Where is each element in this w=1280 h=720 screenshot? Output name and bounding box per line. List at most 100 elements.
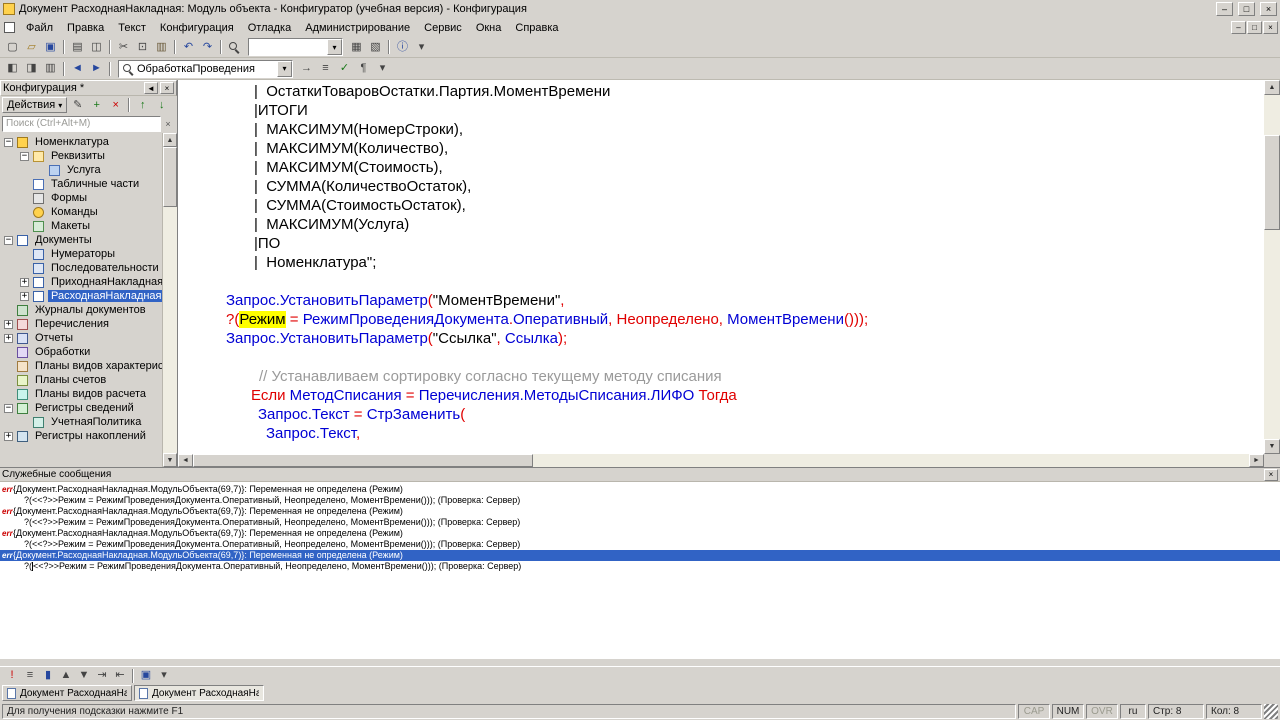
expand-icon[interactable]: +	[4, 431, 13, 441]
expand-icon[interactable]: +	[20, 277, 29, 287]
tree-item-tablichnye-chasti[interactable]: Табличные части	[0, 177, 162, 191]
tree-item-komandy[interactable]: Команды	[0, 205, 162, 219]
menu-item[interactable]: Сервис	[417, 20, 469, 36]
menu-item[interactable]: Конфигурация	[153, 20, 241, 36]
menu-item[interactable]: Окна	[469, 20, 509, 36]
collapse-icon[interactable]: −	[4, 235, 13, 245]
save-module-button[interactable]: ▣	[137, 668, 155, 684]
tree-search-input[interactable]: Поиск (Ctrl+Alt+М)	[2, 115, 161, 132]
syntax-check-button[interactable]: ✓	[335, 60, 354, 78]
next-bookmark-button[interactable]: ▼	[75, 668, 93, 684]
menu-item[interactable]: Текст	[111, 20, 153, 36]
message-row-error[interactable]: err {Документ.РасходнаяНакладная.МодульОб…	[0, 506, 1280, 517]
editor-vertical-scrollbar[interactable]: ▲ ▼	[1264, 80, 1280, 454]
delete-object-button[interactable]: ×	[106, 96, 125, 114]
editor-scroll-down-icon[interactable]: ▼	[1264, 439, 1280, 454]
window-tab[interactable]: Документ РасходнаяНакла...	[134, 685, 264, 701]
panel-splitter[interactable]	[0, 658, 1280, 666]
actions-menu-button[interactable]: Действия ▾	[2, 97, 68, 113]
move-up-button[interactable]: ↑	[133, 96, 152, 114]
format-block-button[interactable]: ¶	[354, 60, 373, 78]
print-button[interactable]: ▤	[68, 38, 87, 56]
panel-close-button[interactable]: ×	[160, 82, 174, 94]
editor-vscrollbar-track[interactable]	[1264, 230, 1280, 439]
print-preview-button[interactable]: ◫	[87, 38, 106, 56]
code-lines[interactable]: | ОстаткиТоваровОстатки.Партия.МоментВре…	[178, 80, 1264, 454]
editor-scroll-left-icon[interactable]: ◄	[178, 454, 193, 467]
tree-scrollbar[interactable]: ▲ ▼	[162, 133, 177, 467]
collapse-icon[interactable]: −	[20, 151, 29, 161]
calendar-button[interactable]: ▧	[366, 38, 385, 56]
mdi-close-button[interactable]: ×	[1263, 21, 1278, 34]
tree-scrollbar-track[interactable]	[163, 207, 177, 453]
add-object-button[interactable]: +	[87, 96, 106, 114]
editor-hscrollbar-thumb[interactable]	[193, 454, 533, 467]
procedure-combo-dropdown-icon[interactable]: ▾	[277, 60, 292, 77]
message-row-detail[interactable]: ?(<<?>>Режим = РежимПроведенияДокумента.…	[0, 561, 1280, 572]
messages-close-button[interactable]: ×	[1264, 468, 1278, 481]
message-row-detail[interactable]: ?(<<?>>Режим = РежимПроведенияДокумента.…	[0, 495, 1280, 506]
expand-icon[interactable]: +	[20, 291, 29, 301]
tree-item-plany-schetov[interactable]: Планы счетов	[0, 373, 162, 387]
toggle-bookmark-button[interactable]: ▮	[39, 668, 57, 684]
tree-item-perechisleniya[interactable]: + Перечисления	[0, 317, 162, 331]
message-row-error[interactable]: err {Документ.РасходнаяНакладная.МодульОб…	[0, 484, 1280, 495]
editor-vscrollbar-thumb[interactable]	[1264, 135, 1280, 230]
move-down-button[interactable]: ↓	[152, 96, 171, 114]
tree-item-registry-nakopleniy[interactable]: + Регистры накоплений	[0, 429, 162, 443]
mdi-minimize-button[interactable]: –	[1231, 21, 1246, 34]
tree-item-numeratory[interactable]: Нумераторы	[0, 247, 162, 261]
toggle-properties-window-button[interactable]: ◨	[22, 60, 41, 78]
expand-icon[interactable]: +	[4, 319, 13, 329]
tree-scroll-down-icon[interactable]: ▼	[163, 453, 177, 467]
resize-grip[interactable]	[1264, 703, 1278, 719]
procedures-list-button[interactable]: ≡	[316, 60, 335, 78]
tree-item-rekvizity[interactable]: − Реквизиты	[0, 149, 162, 163]
panel-pin-button[interactable]: ◄	[144, 82, 158, 94]
close-button[interactable]: ×	[1260, 2, 1277, 16]
menu-item[interactable]: Файл	[19, 20, 60, 36]
next-error-button[interactable]: !	[3, 668, 21, 684]
menu-item[interactable]: Справка	[508, 20, 565, 36]
tree-item-makety[interactable]: Макеты	[0, 219, 162, 233]
tree-item-registry-svedeniy[interactable]: − Регистры сведений	[0, 401, 162, 415]
collapse-icon[interactable]: −	[4, 137, 13, 147]
tree-item-rashodnaya-nakladnaya[interactable]: + РасходнаяНакладная	[0, 289, 162, 303]
editor-hscrollbar-track[interactable]	[533, 454, 1249, 467]
previous-bookmark-button[interactable]: ▲	[57, 668, 75, 684]
editor-scroll-up-icon[interactable]: ▲	[1264, 80, 1280, 95]
quick-combo-dropdown-icon[interactable]: ▾	[327, 39, 342, 55]
tree-item-posledovatelnosti[interactable]: Последовательности	[0, 261, 162, 275]
module-toolbar-options-button[interactable]: ▾	[373, 60, 392, 78]
tree-item-plany-vidov-rascheta[interactable]: Планы видов расчета	[0, 387, 162, 401]
toolbar-options-button[interactable]: ▾	[412, 38, 431, 56]
editor-horizontal-scrollbar[interactable]: ◄ ►	[178, 454, 1264, 467]
expand-icon[interactable]: +	[4, 333, 13, 343]
cut-button[interactable]: ✂	[114, 38, 133, 56]
menu-item[interactable]: Администрирование	[298, 20, 417, 36]
tree-scrollbar-thumb[interactable]	[163, 147, 177, 207]
window-tab[interactable]: Документ РасходнаяНакла...	[2, 685, 132, 701]
decrease-indent-button[interactable]: ⇤	[111, 668, 129, 684]
bottom-toolbar-options-button[interactable]: ▾	[155, 668, 173, 684]
open-file-button[interactable]: ▱	[22, 38, 41, 56]
tree-item-uchetnaya-politika[interactable]: УчетнаяПолитика	[0, 415, 162, 429]
message-row-error[interactable]: err {Документ.РасходнаяНакладная.МодульОб…	[0, 528, 1280, 539]
calculator-button[interactable]: ▦	[347, 38, 366, 56]
tree-item-otchety[interactable]: + Отчеты	[0, 331, 162, 345]
tree-item-prihodnaya-nakladnaya[interactable]: + ПриходнаяНакладная	[0, 275, 162, 289]
tree-item-nomenklatura[interactable]: − Номенклатура	[0, 135, 162, 149]
tree-item-obrabotki[interactable]: Обработки	[0, 345, 162, 359]
go-to-line-button[interactable]: →	[297, 60, 316, 78]
editor-scroll-right-icon[interactable]: ►	[1249, 454, 1264, 467]
tree-item-zhurnaly-dokumentov[interactable]: Журналы документов	[0, 303, 162, 317]
toggle-messages-window-button[interactable]: ▥	[41, 60, 60, 78]
language-indicator[interactable]: ru	[1120, 703, 1146, 719]
find-button[interactable]	[225, 38, 244, 56]
undo-button[interactable]: ↶	[179, 38, 198, 56]
tree-item-dokumenty[interactable]: − Документы	[0, 233, 162, 247]
navigate-forward-button[interactable]: ►	[87, 60, 106, 78]
paste-button[interactable]: ▥	[152, 38, 171, 56]
redo-button[interactable]: ↷	[198, 38, 217, 56]
tree-item-usluga[interactable]: Услуга	[0, 163, 162, 177]
